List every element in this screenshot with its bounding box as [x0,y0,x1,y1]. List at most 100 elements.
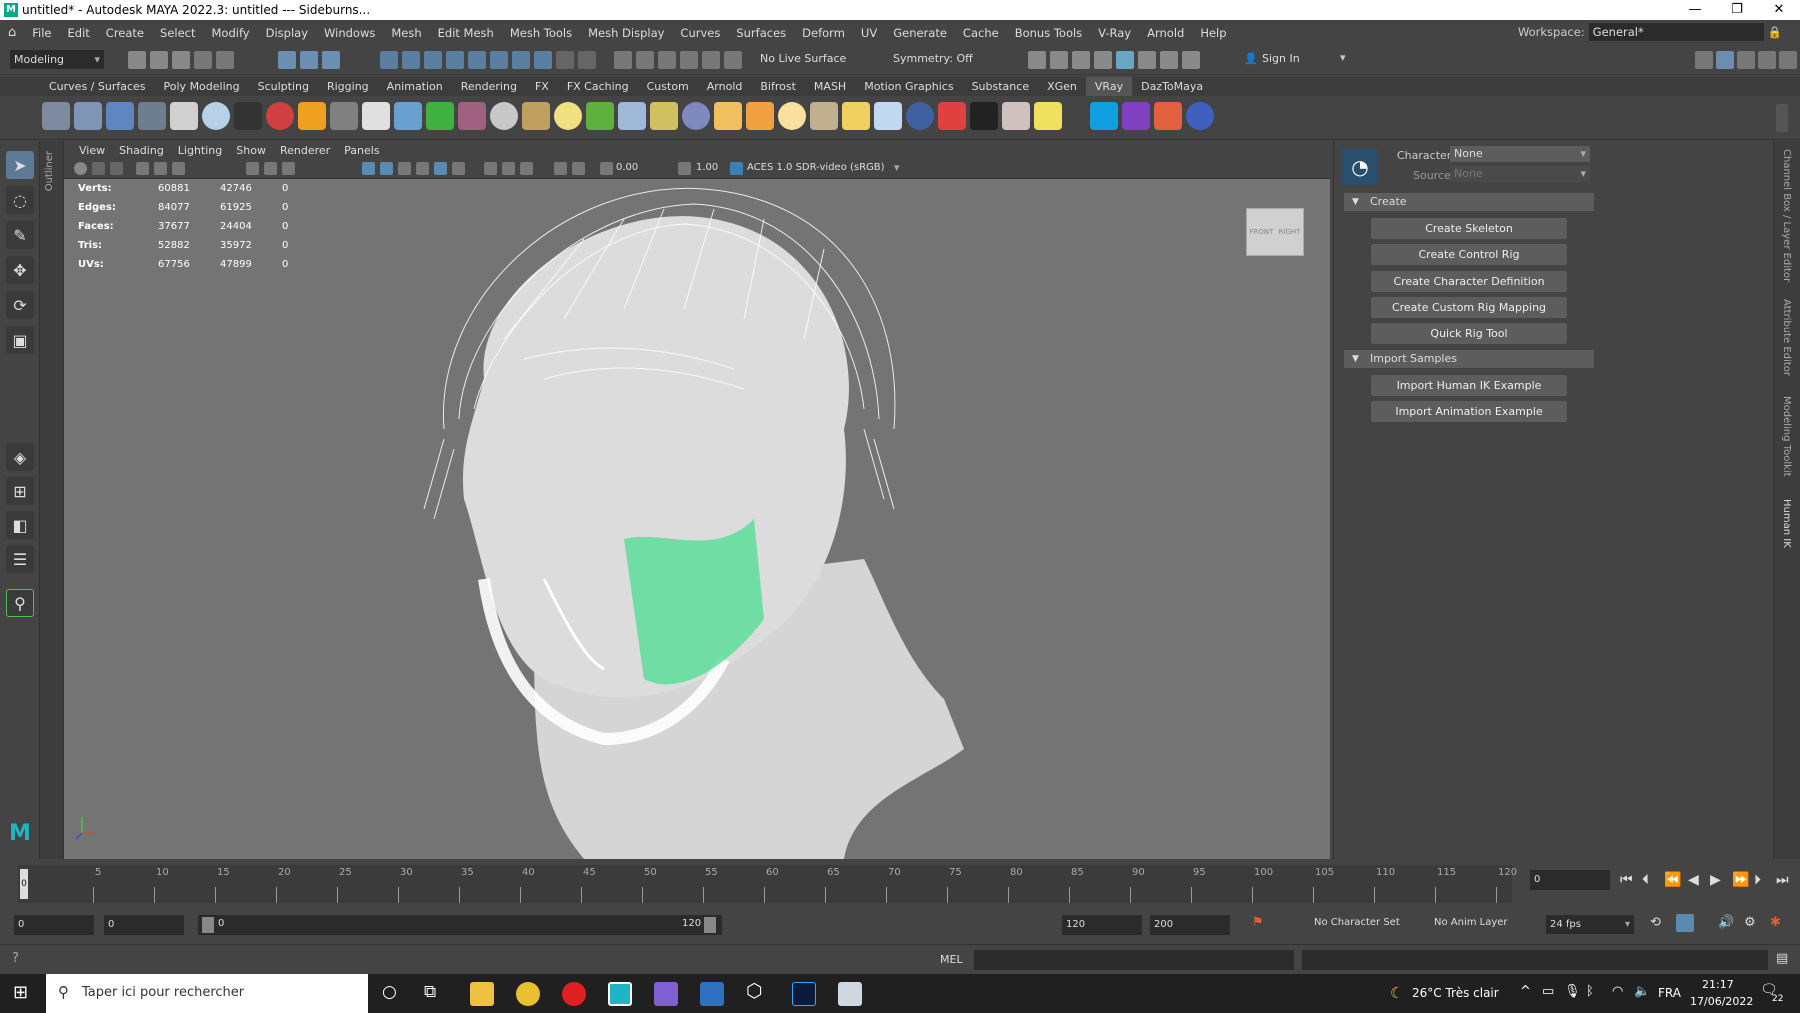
shelf-tab-curves-surfaces[interactable]: Curves / Surfaces [40,77,155,96]
antialias-icon[interactable] [520,162,533,175]
menu-arnold[interactable]: Arnold [1139,26,1192,40]
step-forward-key-icon[interactable]: ⏩ [1732,872,1749,888]
home-icon[interactable]: ⌂ [0,25,24,40]
menu-generate[interactable]: Generate [885,26,955,40]
render-view-icon[interactable] [1028,51,1046,69]
vray-gear-icon[interactable] [618,102,646,130]
help-icon[interactable] [1186,102,1214,130]
snap-query-icon[interactable] [534,51,552,69]
animation-start-field[interactable]: 0 [14,915,94,935]
vray-sphere-light-icon[interactable] [778,102,806,130]
shelf-tab-motion-graphics[interactable]: Motion Graphics [855,77,962,96]
opera-icon[interactable] [562,982,586,1006]
lights-icon[interactable] [452,162,465,175]
vray-grass-icon[interactable] [586,102,614,130]
view-cube-right[interactable]: RIGHT [1279,228,1301,236]
gamma-icon[interactable] [678,162,691,175]
range-handle-start[interactable] [202,917,214,933]
language-indicator[interactable]: FRA [1658,986,1681,1000]
output-ops-icon[interactable] [658,51,676,69]
menu-cache[interactable]: Cache [955,26,1007,40]
create-skeleton-button[interactable]: Create Skeleton [1371,218,1567,239]
workspace-dropdown[interactable]: General* [1588,23,1764,41]
current-frame-field[interactable]: 0 [1530,870,1610,890]
maya-taskbar-icon[interactable] [608,982,632,1006]
pause-icon[interactable] [1182,51,1200,69]
vray-clipper-icon[interactable] [490,102,518,130]
attribute-editor-icon[interactable] [1716,51,1734,69]
ipr-render-icon[interactable] [1072,51,1090,69]
file-explorer-icon[interactable] [470,982,494,1006]
vray-chaos-icon[interactable] [1122,102,1150,130]
script-editor-icon[interactable]: ▤ [1776,951,1788,966]
textured-icon[interactable] [434,162,447,175]
vray-cloud-icon[interactable] [1090,102,1118,130]
image-plane-icon[interactable] [136,162,149,175]
range-handle-end[interactable] [704,917,716,933]
menu-mesh[interactable]: Mesh [383,26,429,40]
persp-outliner-icon[interactable]: ◧ [6,511,34,539]
go-to-start-icon[interactable]: ⏮ [1620,872,1633,888]
tray-chevron-icon[interactable]: ^ [1520,984,1531,999]
menu-mesh-tools[interactable]: Mesh Tools [502,26,580,40]
side-tab-channel-box[interactable]: Channel Box / Layer Editor [1781,149,1792,282]
exposure-icon[interactable] [600,162,613,175]
weather-icon[interactable]: ☾ [1390,984,1403,1002]
vray-rect-light-icon[interactable] [714,102,742,130]
import-human-ik-example-button[interactable]: Import Human IK Example [1371,375,1567,396]
vray-frame-buffer-icon[interactable] [1160,51,1178,69]
scale-tool-icon[interactable]: ▣ [6,326,34,354]
close-button[interactable]: ✕ [1758,0,1800,20]
symmetry-toggle-icon[interactable] [702,51,720,69]
shelf-tab-custom[interactable]: Custom [638,77,698,96]
shelf-tab-rigging[interactable]: Rigging [318,77,378,96]
highlight-selection-icon[interactable] [578,51,596,69]
play-forwards-icon[interactable]: ▶ [1710,872,1721,888]
user-icon[interactable]: 👤 [1244,52,1258,65]
import-samples-section-header[interactable]: Import Samples [1344,350,1594,368]
panel-menu-renderer[interactable]: Renderer [273,144,337,157]
undo-icon[interactable] [194,51,212,69]
character-set-dropdown[interactable]: No Character Set [1314,917,1400,928]
menu-windows[interactable]: Windows [316,26,383,40]
render-frame-icon[interactable] [1050,51,1068,69]
default-material-icon[interactable] [398,162,411,175]
grid-toggle-icon[interactable] [246,162,259,175]
fps-dropdown[interactable]: 24 fps [1546,915,1634,934]
play-backwards-icon[interactable]: ◀ [1688,872,1699,888]
save-scene-icon[interactable] [172,51,190,69]
vray-fire-icon[interactable] [298,102,326,130]
vray-material-icon[interactable] [266,102,294,130]
vray-camera-icon[interactable] [234,102,262,130]
animation-prefs-icon[interactable]: ✱ [1770,915,1781,930]
menu-help[interactable]: Help [1192,26,1234,40]
minimize-button[interactable]: — [1674,0,1716,20]
wifi-icon[interactable]: ◠ [1612,984,1623,999]
layer-editor-icon[interactable] [1779,51,1797,69]
shelf-tab-xgen[interactable]: XGen [1038,77,1086,96]
vray-settings-icon[interactable] [42,102,70,130]
redo-icon[interactable] [216,51,234,69]
menu-create[interactable]: Create [98,26,152,40]
playback-end-field[interactable]: 120 [1062,915,1142,935]
maximize-button[interactable]: ❐ [1716,0,1758,20]
side-tab-attribute-editor[interactable]: Attribute Editor [1781,299,1792,376]
timeline-ruler[interactable]: 0 5 10 15 20 25 30 35 40 45 50 55 60 65 70 75 80 85 90 95 1… [18,865,1517,903]
menu-modify[interactable]: Modify [204,26,258,40]
sign-in-button[interactable]: Sign In [1262,52,1300,65]
shelf-tab-daztomaya[interactable]: DazToMaya [1132,77,1212,96]
chevron-down-icon[interactable]: ▾ [894,161,900,174]
step-forward-frame-icon[interactable]: ⏵ [1754,872,1761,888]
magnet-icon[interactable] [724,51,742,69]
vray-ies-icon[interactable] [810,102,838,130]
chevron-down-icon[interactable]: ▾ [1340,51,1346,64]
view-cube[interactable]: FRONT RIGHT [1246,208,1304,256]
single-view-icon[interactable]: ◈ [6,443,34,471]
menu-surfaces[interactable]: Surfaces [728,26,794,40]
vray-drop-icon[interactable] [394,102,422,130]
cortana-icon[interactable]: ○ [382,982,397,1002]
weather-text[interactable]: 26°C Très clair [1412,986,1499,1000]
snap-vertex-icon[interactable] [512,51,530,69]
vray-sphere-icon[interactable] [202,102,230,130]
mel-label[interactable]: MEL [940,953,963,966]
